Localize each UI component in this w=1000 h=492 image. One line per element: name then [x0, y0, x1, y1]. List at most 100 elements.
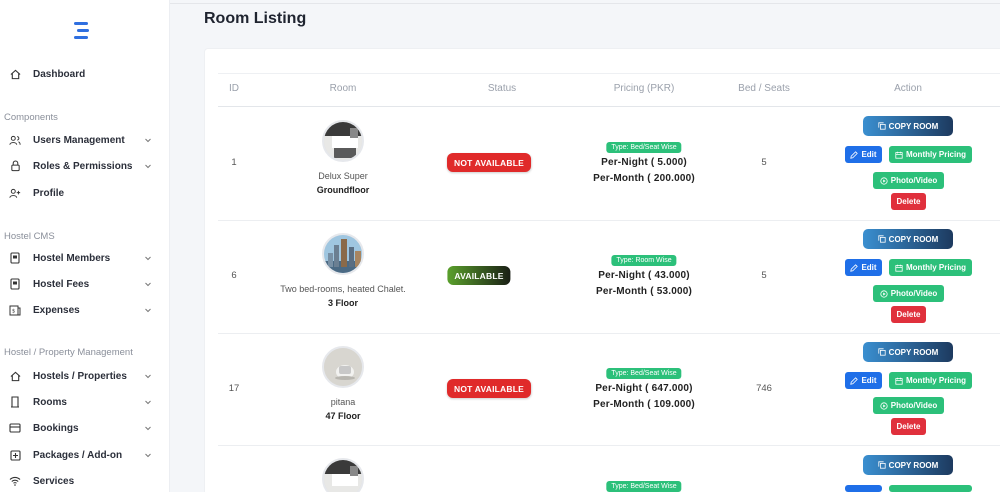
sidebar-item-label: Rooms: [33, 396, 67, 408]
delete-button[interactable]: Delete: [891, 193, 926, 210]
header-id[interactable]: ID: [229, 83, 239, 94]
copy-room-button[interactable]: COPY ROOM: [863, 342, 953, 362]
sidebar-item-services[interactable]: Services: [0, 470, 169, 492]
home-icon: [8, 67, 22, 81]
header-action[interactable]: Action: [894, 83, 922, 94]
button-label: Delete: [896, 197, 921, 206]
photo-video-button[interactable]: Photo/Video: [873, 397, 944, 414]
button-label: Monthly Pricing: [906, 263, 966, 272]
sidebar: Dashboard Components Users Management Ro…: [0, 0, 170, 492]
page-title: Room Listing: [204, 10, 307, 27]
chevron-down-icon: [145, 374, 151, 379]
header-room[interactable]: Room: [330, 83, 357, 94]
edit-button[interactable]: Edit: [845, 372, 882, 389]
sidebar-item-packages-addon[interactable]: Packages / Add-on: [0, 444, 169, 466]
copy-icon: [878, 348, 886, 356]
delete-button[interactable]: Delete: [891, 418, 926, 435]
id-card-icon: [8, 277, 22, 291]
sidebar-item-rooms[interactable]: Rooms: [0, 391, 169, 413]
button-label: COPY ROOM: [888, 121, 939, 131]
photo-video-button[interactable]: Photo/Video: [873, 285, 944, 302]
button-label: Edit: [861, 376, 877, 385]
button-label: Monthly Pricing: [906, 376, 966, 385]
copy-room-button[interactable]: COPY ROOM: [863, 116, 953, 136]
room-floor: 47 Floor: [325, 411, 361, 421]
sidebar-item-label: Services: [33, 475, 75, 487]
logo-stack-icon[interactable]: [72, 20, 90, 40]
plus-square-icon: [8, 448, 22, 462]
cell-id: 1: [231, 157, 237, 168]
bed-seats: 746: [756, 383, 772, 394]
sidebar-item-roles-permissions[interactable]: Roles & Permissions: [0, 155, 169, 177]
pencil-icon: [850, 263, 859, 272]
room-image: [322, 233, 364, 275]
home-icon: [8, 369, 22, 383]
room-image: [322, 458, 364, 492]
sidebar-item-profile[interactable]: Profile: [0, 182, 169, 204]
copy-room-button[interactable]: COPY ROOM: [863, 229, 953, 249]
sidebar-item-dashboard[interactable]: Dashboard: [0, 63, 169, 85]
chevron-down-icon: [145, 282, 151, 287]
chevron-down-icon: [145, 256, 151, 261]
card-icon: [8, 421, 22, 435]
svg-text:$: $: [12, 308, 15, 314]
play-circle-icon: [880, 176, 888, 185]
sidebar-item-hostel-members[interactable]: Hostel Members: [0, 247, 169, 269]
receipt-icon: $: [8, 303, 22, 317]
price-per-month: Per-Month ( 109.000): [593, 399, 695, 410]
pricing-type-badge: Type: Room Wise: [611, 255, 677, 266]
header-status[interactable]: Status: [488, 83, 516, 94]
id-card-icon: [8, 251, 22, 265]
play-circle-icon: [880, 401, 888, 410]
room-name: pitana: [330, 397, 356, 407]
sidebar-item-bookings[interactable]: Bookings: [0, 417, 169, 439]
button-label: Delete: [896, 310, 921, 319]
room-name: Delux Super: [318, 171, 368, 181]
wifi-icon: [8, 474, 22, 488]
cell-id: 6: [231, 270, 237, 281]
copy-icon: [878, 461, 886, 469]
pencil-icon: [850, 150, 859, 159]
sidebar-item-hostels-properties[interactable]: Hostels / Properties: [0, 365, 169, 387]
room-floor: 3 Floor: [327, 298, 359, 308]
calendar-icon: [895, 377, 903, 385]
room-image: [322, 120, 364, 162]
header-pricing[interactable]: Pricing (PKR): [614, 83, 675, 94]
edit-button[interactable]: Edit: [845, 259, 882, 276]
status-badge: NOT AVAILABLE: [447, 379, 531, 398]
sidebar-item-label: Profile: [33, 187, 65, 199]
calendar-icon: [895, 151, 903, 159]
sidebar-item-label: Hostel Members: [33, 252, 111, 264]
chevron-down-icon: [145, 426, 151, 431]
sidebar-item-hostel-fees[interactable]: Hostel Fees: [0, 273, 169, 295]
sidebar-item-expenses[interactable]: $ Expenses: [0, 299, 169, 321]
header-bed-seats[interactable]: Bed / Seats: [738, 83, 790, 94]
monthly-pricing-button[interactable]: Monthly Pricing: [889, 372, 972, 389]
price-per-month: Per-Month ( 53.000): [595, 286, 693, 297]
edit-button[interactable]: [845, 485, 882, 492]
bed-seats: 5: [761, 270, 767, 281]
section-hostel-cms: Hostel CMS: [4, 231, 55, 242]
monthly-pricing-button[interactable]: [889, 485, 972, 492]
door-icon: [8, 395, 22, 409]
sidebar-item-label: Roles & Permissions: [33, 160, 133, 172]
section-components: Components: [4, 112, 58, 123]
sidebar-item-users-management[interactable]: Users Management: [0, 129, 169, 151]
button-label: Edit: [861, 263, 877, 272]
top-divider: [170, 3, 1000, 4]
button-label: COPY ROOM: [888, 347, 939, 357]
cell-id: 17: [228, 383, 240, 394]
monthly-pricing-button[interactable]: Monthly Pricing: [889, 259, 972, 276]
row-divider: [218, 445, 1000, 446]
monthly-pricing-button[interactable]: Monthly Pricing: [889, 146, 972, 163]
copy-room-button[interactable]: COPY ROOM: [863, 455, 953, 475]
delete-button[interactable]: Delete: [891, 306, 926, 323]
bed-seats: 5: [761, 157, 767, 168]
photo-video-button[interactable]: Photo/Video: [873, 172, 944, 189]
edit-button[interactable]: Edit: [845, 146, 882, 163]
button-label: Photo/Video: [890, 401, 938, 410]
chevron-down-icon: [145, 138, 151, 143]
button-label: Delete: [896, 422, 921, 431]
chevron-down-icon: [145, 164, 151, 169]
price-per-night: Per-Night ( 5.000): [601, 157, 687, 168]
